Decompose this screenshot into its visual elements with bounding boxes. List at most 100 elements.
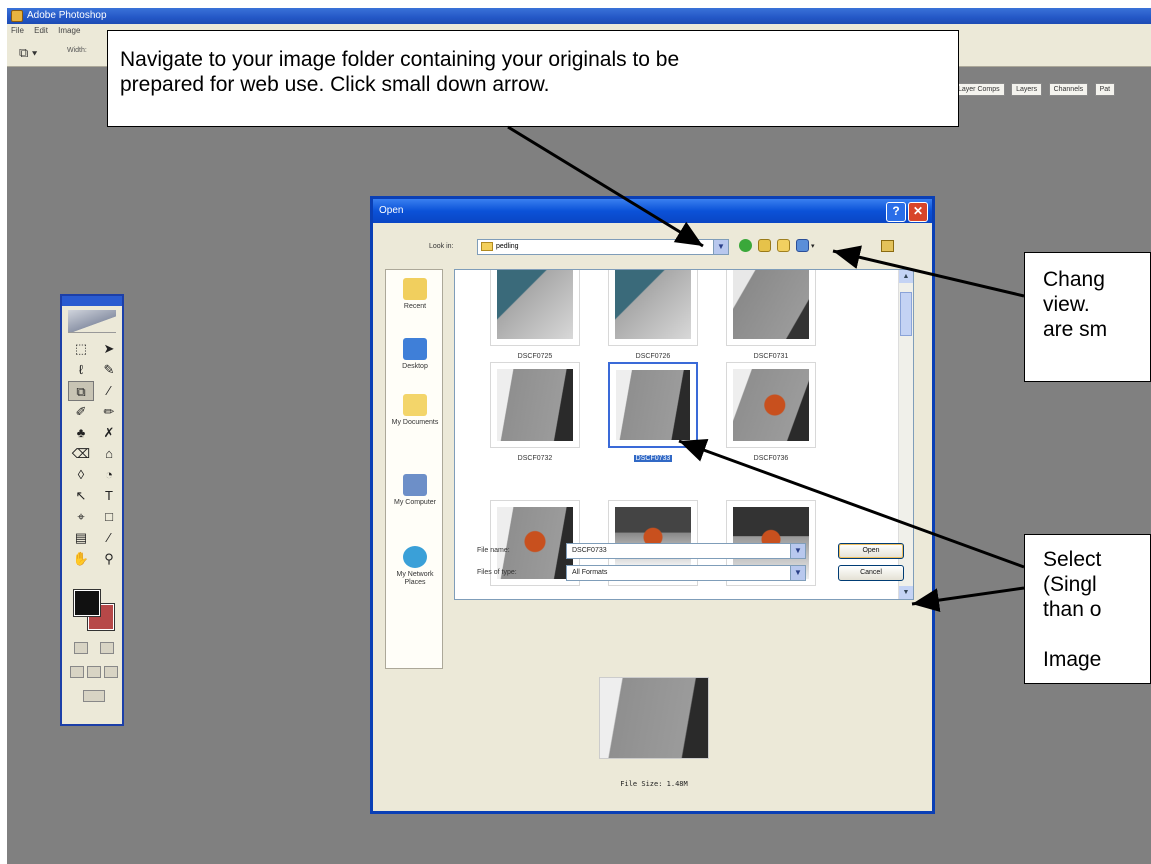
zoom-tool-icon[interactable]: ⚲ (96, 549, 122, 569)
photo-image (497, 369, 573, 441)
thumbnail-name: DSCF0726 (635, 353, 671, 360)
scroll-down-icon[interactable]: ▼ (899, 586, 913, 599)
crop-tool-icon[interactable]: ⧉ ▾ (19, 45, 37, 61)
place-my-network-places-label: My Network Places (396, 571, 434, 586)
paint-bucket-tool-icon[interactable]: ⌂ (96, 444, 122, 464)
eraser-tool-icon[interactable]: ⌫ (68, 444, 94, 464)
thumbnail-item[interactable]: DSCF0732 (490, 362, 588, 462)
jump-row (68, 690, 120, 706)
chevron-down-icon[interactable]: ▼ (790, 566, 805, 580)
tab-layer-comps[interactable]: Layer Comps (953, 83, 1005, 96)
place-my-computer[interactable]: My Computer (386, 474, 444, 507)
tool-grid: ⬚ ➤ ℓ ✎ ⧉ ⁄ ✐ ✏ ♣ ✗ ⌫ ⌂ ◊ ◔ ↖ T ⌖ □ ▤ ⁄ … (62, 335, 122, 569)
full-screen-menu-icon[interactable] (86, 666, 101, 678)
screen-mode-row (68, 666, 120, 682)
healing-brush-tool-icon[interactable]: ✐ (68, 402, 94, 422)
menu-file[interactable]: File (11, 26, 24, 35)
scroll-up-icon[interactable]: ▲ (899, 270, 913, 283)
thumbnail-item[interactable]: DSCF0731 (726, 270, 824, 360)
notes-tool-icon[interactable]: ▤ (68, 528, 94, 548)
place-my-computer-label: My Computer (393, 499, 436, 506)
pen-tool-icon[interactable]: ⌖ (68, 507, 94, 527)
palette-well: Layer Comps Layers Channels Pat (953, 78, 1117, 96)
feather-logo-icon[interactable] (68, 310, 116, 333)
back-icon[interactable] (739, 239, 752, 252)
thumbnail-frame (608, 270, 698, 346)
file-name-field[interactable]: DSCF0733 ▼ (566, 543, 806, 559)
chevron-down-icon[interactable]: ▼ (713, 240, 728, 254)
thumbnail-frame (490, 362, 580, 448)
hand-tool-icon[interactable]: ✋ (68, 549, 94, 569)
files-of-type-label: Files of type: (477, 569, 517, 576)
desktop-icon (403, 338, 427, 360)
open-dialog: Open ? ✕ Look in: pedling ▼ ▾ Recent Des… (370, 196, 935, 814)
place-recent[interactable]: Recent (386, 278, 444, 311)
quick-mask-mode-icon[interactable] (100, 642, 114, 654)
scrollbar-thumb[interactable] (900, 292, 912, 336)
toolbox-title-bar[interactable] (62, 296, 122, 306)
open-button[interactable]: Open (838, 543, 904, 559)
full-screen-icon[interactable] (104, 666, 119, 678)
standard-mode-icon[interactable] (74, 642, 88, 654)
new-folder-icon[interactable] (777, 239, 790, 252)
thumbnail-item[interactable]: DSCF0733 (608, 362, 706, 462)
file-name-value: DSCF0733 (572, 547, 607, 554)
thumbnail-item[interactable]: DSCF0726 (608, 270, 706, 360)
clone-stamp-tool-icon[interactable]: ♣ (68, 423, 94, 443)
dodge-tool-icon[interactable]: ◔ (96, 465, 122, 485)
move-tool-icon[interactable]: ➤ (96, 339, 122, 359)
cancel-button[interactable]: Cancel (838, 565, 904, 581)
up-folder-icon[interactable] (758, 239, 771, 252)
jump-to-imageready-icon[interactable] (83, 690, 105, 702)
magic-wand-tool-icon[interactable]: ✎ (96, 360, 122, 380)
menu-image[interactable]: Image (58, 26, 80, 35)
selected-file-name: DSCF0733 (633, 455, 673, 462)
files-of-type-dropdown[interactable]: All Formats ▼ (566, 565, 806, 581)
lasso-tool-icon[interactable]: ℓ (68, 360, 94, 380)
place-desktop[interactable]: Desktop (386, 338, 444, 371)
marquee-tool-icon[interactable]: ⬚ (68, 339, 94, 359)
network-globe-icon (403, 546, 427, 568)
slice-tool-icon[interactable]: ⁄ (96, 381, 122, 401)
path-selection-tool-icon[interactable]: ↖ (68, 486, 94, 506)
tab-channels[interactable]: Channels (1048, 83, 1089, 96)
file-name-label: File name: (477, 547, 510, 554)
thumbnail-item[interactable]: DSCF0725 (490, 270, 588, 360)
tab-paths[interactable]: Pat (1094, 83, 1116, 96)
photoshop-title: Adobe Photoshop (27, 10, 107, 21)
photoshop-app-icon (11, 10, 23, 22)
brush-tool-icon[interactable]: ✏ (96, 402, 122, 422)
thumbnail-name: DSCF0736 (753, 455, 789, 462)
callout-navigate: Navigate to your image folder containing… (107, 30, 959, 127)
rectangle-tool-icon[interactable]: □ (96, 507, 122, 527)
thumbnail-name: DSCF0732 (517, 455, 553, 462)
look-in-label: Look in: (429, 243, 454, 250)
place-my-network-places[interactable]: My Network Places (386, 546, 444, 587)
photo-image (733, 270, 809, 339)
toolbox: ⬚ ➤ ℓ ✎ ⧉ ⁄ ✐ ✏ ♣ ✗ ⌫ ⌂ ◊ ◔ ↖ T ⌖ □ ▤ ⁄ … (60, 294, 124, 726)
blur-tool-icon[interactable]: ◊ (68, 465, 94, 485)
history-brush-tool-icon[interactable]: ✗ (96, 423, 122, 443)
thumbnail-frame (726, 362, 816, 448)
file-browser-icon[interactable] (881, 240, 894, 252)
eyedropper-tool-icon[interactable]: ⁄ (96, 528, 122, 548)
look-in-dropdown[interactable]: pedling ▼ (477, 239, 729, 255)
thumbnail-item[interactable]: DSCF0736 (726, 362, 824, 462)
standard-screen-icon[interactable] (69, 666, 84, 678)
foreground-color-swatch[interactable] (73, 589, 101, 617)
help-button[interactable]: ? (886, 202, 906, 222)
dialog-title-bar[interactable]: Open ? ✕ (373, 199, 932, 223)
preview-photo-image (600, 678, 708, 758)
crop-tool-icon[interactable]: ⧉ (68, 381, 94, 401)
view-menu-icon[interactable] (796, 239, 809, 252)
thumbnail-frame (490, 270, 580, 346)
view-menu-chevron-down-icon[interactable]: ▾ (811, 242, 815, 250)
menu-edit[interactable]: Edit (34, 26, 48, 35)
places-bar: Recent Desktop My Documents My Computer … (385, 269, 443, 669)
place-my-documents[interactable]: My Documents (386, 394, 444, 427)
tab-layers[interactable]: Layers (1011, 83, 1043, 96)
file-size-text: File Size: 1.48M (620, 780, 688, 788)
type-tool-icon[interactable]: T (96, 486, 122, 506)
close-button[interactable]: ✕ (908, 202, 928, 222)
chevron-down-icon[interactable]: ▼ (790, 544, 805, 558)
